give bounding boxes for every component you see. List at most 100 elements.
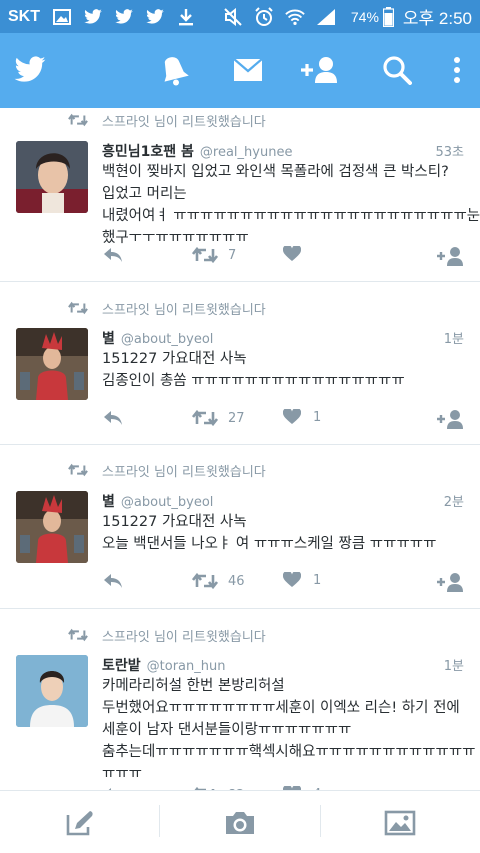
retweet-label: 스프라잇 님이 리트윗했습니다	[102, 629, 266, 645]
retweet-button[interactable]: 7	[192, 246, 236, 264]
like-button[interactable]: 1	[283, 572, 321, 588]
like-button[interactable]	[283, 246, 313, 262]
reply-icon[interactable]	[102, 572, 124, 590]
reply-icon[interactable]	[102, 246, 124, 264]
tweet-text: 151227 가요대전 사녹 오늘 백댄서들 나오ㅑ 여 ㅠㅠㅠ스케일 짱큼 ㅠ…	[102, 511, 468, 555]
username[interactable]: @about_byeol	[121, 495, 214, 510]
tweet-text-line: 두번했어요ㅠㅠㅠㅠㅠㅠㅠㅠ세훈이 이엑쏘 리슨! 하기 전에	[102, 700, 460, 716]
retweet-context: 스프라잇 님이 리트윗했습니다	[68, 112, 266, 130]
search-icon[interactable]	[381, 53, 413, 87]
tweet-text-line: 151227 가요대전 사녹	[102, 351, 247, 367]
tweet-header: 흥민님1호팬 봄 @real_hyunee 53초	[102, 141, 464, 161]
retweet-context: 스프라잇 님이 리트윗했습니다	[68, 462, 266, 480]
download-icon	[176, 8, 196, 26]
avatar[interactable]	[16, 655, 88, 727]
avatar[interactable]	[16, 328, 88, 400]
camera-icon	[226, 811, 254, 834]
compose-button[interactable]	[0, 791, 160, 853]
retweet-button[interactable]: 27	[192, 409, 245, 427]
retweet-label: 스프라잇 님이 리트윗했습니다	[102, 114, 266, 130]
add-user-icon[interactable]	[298, 53, 340, 87]
username[interactable]: @toran_hun	[147, 659, 226, 674]
twitter-logo-icon[interactable]	[12, 53, 48, 87]
gallery-icon	[384, 810, 416, 835]
retweet-icon	[192, 246, 218, 264]
tweet[interactable]: 스프라잇 님이 리트윗했습니다 별 @about_byeol 2분 151227 …	[0, 446, 480, 609]
like-count: 1	[313, 409, 322, 425]
retweet-icon	[68, 463, 88, 477]
tweet-text-line: ㅠㅠㅠ	[102, 766, 143, 782]
twitter-icon	[145, 8, 165, 26]
follow-user-icon[interactable]	[436, 409, 464, 429]
more-vert-icon[interactable]	[448, 53, 466, 87]
tweet[interactable]: 스프라잇 님이 리트윗했습니다 별 @about_byeol 1분 151227 …	[0, 283, 480, 445]
retweet-context: 스프라잇 님이 리트윗했습니다	[68, 300, 266, 318]
tweet-text-line: 백현이 찢바지 입었고 와인색 목폴라에 검정색 큰 박스티?	[102, 164, 449, 180]
wifi-icon	[285, 8, 305, 26]
avatar[interactable]	[16, 141, 88, 213]
image-icon	[52, 8, 72, 26]
tweet-text: 백현이 찢바지 입었고 와인색 목폴라에 검정색 큰 박스티? 입었고 머리는 …	[102, 161, 480, 249]
battery-percent: 74%	[350, 8, 379, 25]
tweet[interactable]: 스프라잇 님이 리트윗했습니다 토란밭 @toran_hun 1분 카메라리허설 …	[0, 610, 480, 790]
carrier-label: SKT	[8, 7, 40, 25]
tweet-header: 별 @about_byeol 1분	[102, 328, 464, 348]
like-count: 1	[313, 572, 322, 588]
retweet-count: 7	[228, 247, 237, 263]
timeline-feed[interactable]: 스프라잇 님이 리트윗했습니다 흥민님1호팬 봄 @real_hyunee 53초…	[0, 108, 480, 790]
clock: 오후 2:50	[402, 9, 472, 28]
display-name[interactable]: 흥민님1호팬 봄	[102, 144, 194, 160]
tweet-header: 토란밭 @toran_hun 1분	[102, 655, 464, 675]
tweet-actions: 7	[0, 246, 480, 268]
tweet-text: 151227 가요대전 사녹 김종인이 총쏨 ㅠㅠㅠㅠㅠㅠㅠㅠㅠㅠㅠㅠㅠㅠㅠㅠ	[102, 348, 468, 392]
compose-icon	[66, 810, 93, 835]
tweet-text-line: 김종인이 총쏨 ㅠㅠㅠㅠㅠㅠㅠㅠㅠㅠㅠㅠㅠㅠㅠㅠ	[102, 373, 405, 389]
retweet-icon	[68, 113, 88, 127]
mute-icon	[223, 7, 243, 26]
retweet-count: 46	[228, 573, 245, 589]
signal-icon	[316, 8, 336, 26]
tweet-text-line: 151227 가요대전 사녹	[102, 514, 247, 530]
app-bar	[0, 33, 480, 108]
timestamp: 1분	[443, 659, 464, 674]
alarm-icon	[254, 6, 274, 26]
heart-icon	[283, 409, 301, 424]
gallery-button[interactable]	[320, 791, 480, 853]
tweet-text-line: 세훈이 남자 댄서분들이랑ㅠㅠㅠㅠㅠㅠㅠ	[102, 722, 352, 738]
follow-user-icon[interactable]	[436, 246, 464, 266]
like-button[interactable]: 1	[283, 409, 321, 425]
heart-icon	[283, 246, 301, 261]
tweet-actions: 46 1	[0, 572, 480, 594]
notifications-icon[interactable]	[157, 53, 191, 87]
twitter-icon	[114, 8, 134, 26]
avatar[interactable]	[16, 491, 88, 563]
retweet-count: 27	[228, 410, 245, 426]
username[interactable]: @real_hyunee	[200, 145, 293, 160]
retweet-icon	[192, 409, 218, 427]
twitter-icon	[83, 8, 103, 26]
bottom-compose-bar	[0, 790, 480, 853]
reply-icon[interactable]	[102, 409, 124, 427]
tweet-header: 별 @about_byeol 2분	[102, 491, 464, 511]
retweet-icon	[192, 572, 218, 590]
tweet-text-line: 오늘 백댄서들 나오ㅑ 여 ㅠㅠㅠ스케일 짱큼 ㅠㅠㅠㅠㅠ	[102, 536, 437, 552]
display-name[interactable]: 별	[102, 331, 115, 347]
display-name[interactable]: 토란밭	[102, 658, 141, 674]
camera-button[interactable]	[160, 791, 320, 853]
heart-icon	[283, 572, 301, 587]
tweet-actions: 27 1	[0, 409, 480, 431]
username[interactable]: @about_byeol	[121, 332, 214, 347]
battery-icon	[383, 6, 395, 27]
retweet-icon	[68, 301, 88, 315]
tweet[interactable]: 스프라잇 님이 리트윗했습니다 흥민님1호팬 봄 @real_hyunee 53초…	[0, 108, 480, 282]
retweet-label: 스프라잇 님이 리트윗했습니다	[102, 302, 266, 318]
tweet-text-line: 내렸어여ㅕ ㅠㅠㅠㅠㅠㅠㅠㅠㅠㅠㅠㅠㅠㅠㅠㅠㅠㅠㅠㅠㅠㅠ눈화장	[102, 208, 480, 224]
timestamp: 53초	[435, 145, 464, 160]
follow-user-icon[interactable]	[436, 572, 464, 592]
display-name[interactable]: 별	[102, 494, 115, 510]
retweet-button[interactable]: 46	[192, 572, 245, 590]
messages-icon[interactable]	[232, 53, 264, 87]
retweet-icon	[68, 628, 88, 642]
tweet-text-line: 카메라리허설 한번 본방리허설	[102, 678, 285, 694]
timestamp: 1분	[443, 332, 464, 347]
